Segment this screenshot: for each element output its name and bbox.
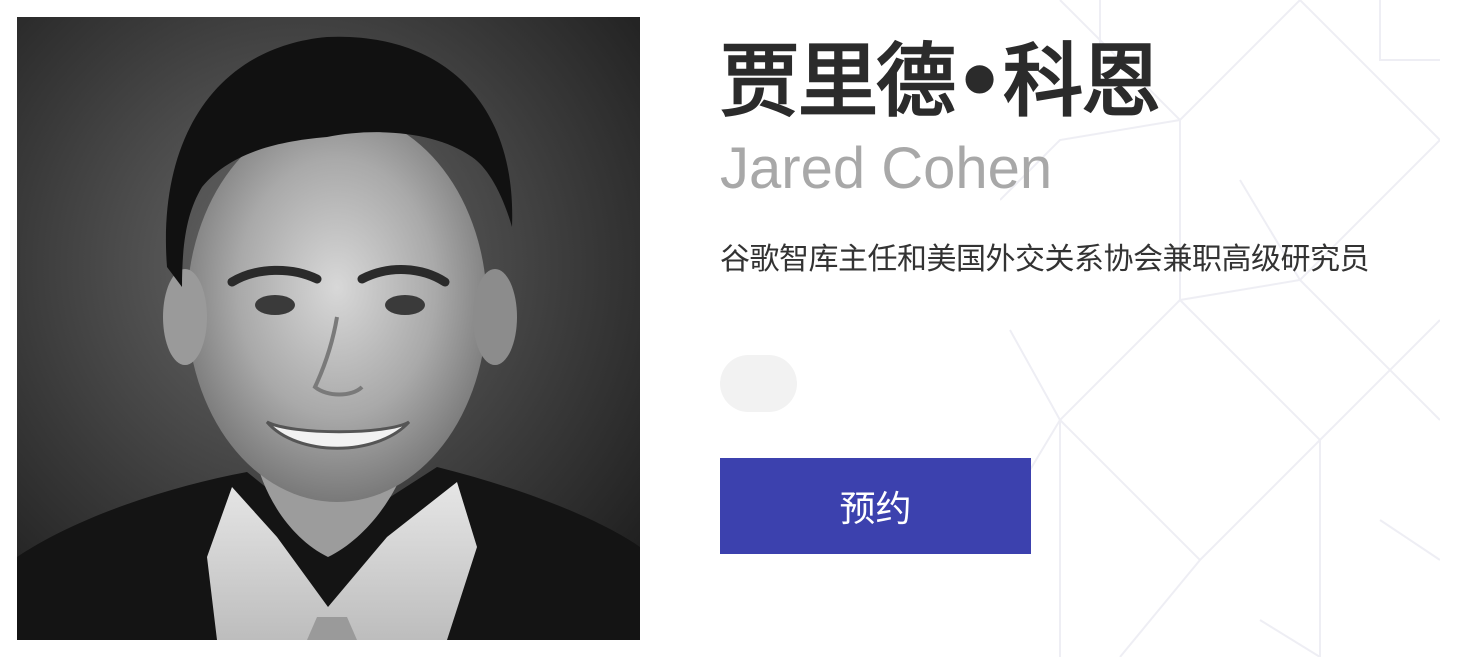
speaker-name-cn: 贾里德•科恩 [720,35,1161,128]
speaker-info: 贾里德•科恩 Jared Cohen 谷歌智库主任和美国外交关系协会兼职高级研究… [720,0,1440,657]
speaker-title: 谷歌智库主任和美国外交关系协会兼职高级研究员 [720,242,1370,277]
tag-pill [720,355,797,412]
speaker-card: 贾里德•科恩 Jared Cohen 谷歌智库主任和美国外交关系协会兼职高级研究… [0,0,1464,657]
speaker-photo [17,17,640,640]
speaker-name-en: Jared Cohen [720,136,1053,201]
book-button[interactable]: 预约 [720,458,1031,554]
